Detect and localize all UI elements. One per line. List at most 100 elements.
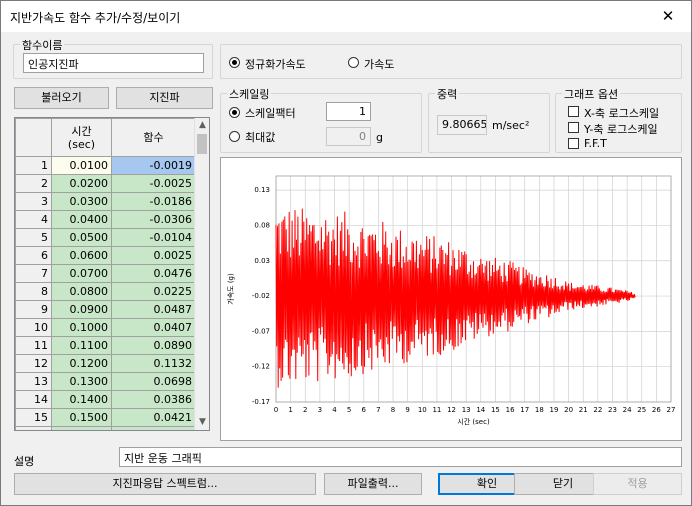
normalized-acceleration-radio[interactable] (229, 57, 240, 68)
chart-panel: 0 1 2 3 4 5 6 7 8 9 10 11 12 13 14 15 16 17 18 19 20 21 22 23 24… (220, 157, 682, 441)
table-row[interactable]: 7 0.0700 0.0476 (15, 264, 196, 283)
function-value-cell[interactable]: -0.0306 (111, 210, 196, 229)
table-row[interactable]: 8 0.0800 0.0225 (15, 282, 196, 301)
fft-checkbox[interactable] (568, 138, 579, 149)
function-value-cell[interactable]: -0.0025 (111, 174, 196, 193)
time-cell[interactable]: 0.1000 (51, 318, 112, 337)
time-cell[interactable]: 0.0800 (51, 282, 112, 301)
table-row[interactable]: 13 0.1300 0.0698 (15, 372, 196, 391)
time-cell[interactable]: 0.1500 (51, 408, 112, 427)
time-cell[interactable]: 0.1600 (51, 426, 112, 430)
table-row[interactable]: 160.16000.0801 (15, 426, 196, 430)
x-tick-label: 11 (432, 406, 441, 414)
max-value-input[interactable]: 0 (326, 127, 371, 146)
table-row[interactable]: 9 0.0900 0.0487 (15, 300, 196, 319)
x-tick-label: 0 (274, 406, 278, 414)
time-cell[interactable]: 0.1300 (51, 372, 112, 391)
function-value-cell[interactable]: 0.0407 (111, 318, 196, 337)
function-value-cell[interactable]: 0.0421 (111, 408, 196, 427)
scroll-thumb[interactable] (197, 134, 207, 154)
acceleration-radio[interactable] (348, 57, 359, 68)
time-cell[interactable]: 0.0300 (51, 192, 112, 211)
table-row[interactable]: 6 0.0600 0.0025 (15, 246, 196, 265)
gravity-input[interactable]: 9.80665 (437, 115, 487, 135)
max-value-unit: g (376, 131, 383, 144)
scale-factor-input[interactable]: 1 (326, 102, 371, 121)
time-cell[interactable]: 0.0600 (51, 246, 112, 265)
function-value-cell[interactable]: 0.0476 (111, 264, 196, 283)
max-value-radio[interactable] (229, 131, 240, 142)
x-tick-label: 25 (637, 406, 646, 414)
row-number-cell: 14 (15, 390, 52, 409)
function-value-cell[interactable]: 0.0025 (111, 246, 196, 265)
table-row[interactable]: 10 0.1000 0.0407 (15, 318, 196, 337)
x-log-checkbox[interactable] (568, 106, 579, 117)
scroll-down-icon[interactable]: ▼ (195, 415, 209, 430)
title-bar: 지반가속도 함수 추가/수정/보이기 ✕ (1, 1, 691, 32)
function-value-cell[interactable]: 0.0386 (111, 390, 196, 409)
time-cell[interactable]: 0.0100 (51, 156, 112, 175)
row-number-cell: 7 (15, 264, 52, 283)
max-value-label: 최대값 (245, 131, 276, 144)
x-tick-label: 7 (376, 406, 380, 414)
time-cell[interactable]: 0.1400 (51, 390, 112, 409)
function-name-group-title: 함수이름 (20, 37, 65, 53)
table-row[interactable]: 1 0.0100 -0.0019 (15, 156, 196, 175)
x-tick-label: 19 (550, 406, 559, 414)
y-tick-label: -0.07 (252, 327, 270, 335)
x-tick-label: 13 (462, 406, 471, 414)
x-tick-label: 21 (579, 406, 588, 414)
table-row[interactable]: 11 0.1100 0.0890 (15, 336, 196, 355)
data-grid[interactable]: 시간 (sec) 함수 1 0.0100 -0.0019 2 0.0200 -0.0025 3… (14, 117, 210, 431)
time-cell[interactable]: 0.1200 (51, 354, 112, 373)
time-column-header: 시간 (sec) (51, 118, 112, 157)
function-name-input[interactable]: 인공지진파 (23, 53, 204, 73)
table-row[interactable]: 12 0.1200 0.1132 (15, 354, 196, 373)
table-row[interactable]: 14 0.1400 0.0386 (15, 390, 196, 409)
y-log-label: Y-축 로그스케일 (584, 123, 658, 136)
earthquake-button[interactable]: 지진파 (116, 87, 213, 109)
response-spectrum-button[interactable]: 지진파응답 스펙트럼... (14, 473, 316, 495)
function-value-cell[interactable]: -0.0019 (111, 156, 196, 175)
grid-scrollbar[interactable]: ▲ ▼ (194, 118, 209, 430)
x-tick-label: 17 (520, 406, 529, 414)
time-cell[interactable]: 0.1100 (51, 336, 112, 355)
table-row[interactable]: 5 0.0500 -0.0104 (15, 228, 196, 247)
function-value-cell[interactable]: -0.0104 (111, 228, 196, 247)
time-header-line2: (sec) (67, 137, 96, 151)
dialog-window: 지반가속도 함수 추가/수정/보이기 ✕ 함수이름 인공지진파 불러오기 지진파… (0, 0, 692, 506)
x-tick-label: 1 (288, 406, 292, 414)
load-button[interactable]: 불러오기 (14, 87, 109, 109)
apply-button[interactable]: 적용 (593, 473, 682, 495)
function-value-cell[interactable]: 0.1132 (111, 354, 196, 373)
close-icon[interactable]: ✕ (645, 1, 691, 32)
time-header-line1: 시간 (71, 124, 92, 138)
function-value-cell[interactable]: -0.0186 (111, 192, 196, 211)
time-cell[interactable]: 0.0700 (51, 264, 112, 283)
scroll-up-icon[interactable]: ▲ (195, 118, 209, 133)
table-row[interactable]: 3 0.0300 -0.0186 (15, 192, 196, 211)
x-tick-label: 27 (667, 406, 676, 414)
function-value-cell[interactable]: 0.0890 (111, 336, 196, 355)
time-cell[interactable]: 0.0900 (51, 300, 112, 319)
row-number-cell: 16 (15, 426, 52, 430)
row-number-cell: 2 (15, 174, 52, 193)
table-row[interactable]: 15 0.1500 0.0421 (15, 408, 196, 427)
y-log-checkbox[interactable] (568, 122, 579, 133)
time-cell[interactable]: 0.0200 (51, 174, 112, 193)
function-value-cell[interactable]: 0.0698 (111, 372, 196, 391)
file-output-button[interactable]: 파일출력... (324, 473, 422, 495)
scale-factor-radio[interactable] (229, 107, 240, 118)
function-value-cell[interactable]: 0.0487 (111, 300, 196, 319)
description-input[interactable]: 지반 운동 그래픽 (119, 447, 682, 467)
row-number-cell: 5 (15, 228, 52, 247)
table-row[interactable]: 2 0.0200 -0.0025 (15, 174, 196, 193)
function-value-cell[interactable]: 0.0801 (111, 426, 196, 430)
function-value-cell[interactable]: 0.0225 (111, 282, 196, 301)
x-axis-label: 시간 (sec) (457, 417, 490, 426)
time-cell[interactable]: 0.0500 (51, 228, 112, 247)
time-cell[interactable]: 0.0400 (51, 210, 112, 229)
acceleration-chart: 0 1 2 3 4 5 6 7 8 9 10 11 12 13 14 15 16 17 18 19 20 21 22 23 24… (226, 175, 676, 426)
scale-factor-label: 스케일팩터 (245, 107, 296, 120)
table-row[interactable]: 4 0.0400 -0.0306 (15, 210, 196, 229)
